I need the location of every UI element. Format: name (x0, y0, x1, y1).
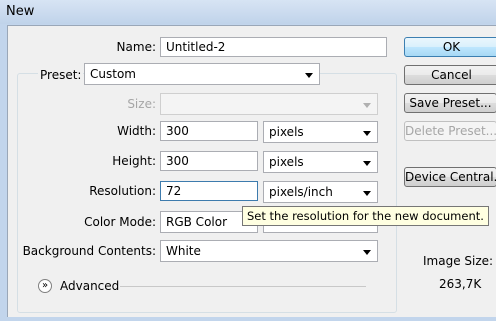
image-size-value: 263,7K (439, 277, 482, 291)
chevron-down-icon (363, 161, 371, 166)
dialog-body: Name: Untitled-2 Preset: Custom Size: Wi… (7, 25, 496, 317)
resolution-unit-select[interactable]: pixels/inch (263, 181, 378, 203)
width-unit-select[interactable]: pixels (263, 121, 378, 143)
width-input[interactable]: 300 (160, 121, 258, 141)
name-input[interactable]: Untitled-2 (160, 37, 387, 57)
image-size-label: Image Size: (423, 254, 494, 268)
title-bar[interactable]: New (0, 0, 496, 24)
preset-label: Preset: (38, 68, 84, 82)
resolution-tooltip: Set the resolution for the new document. (242, 206, 489, 226)
window-title: New (6, 4, 35, 19)
advanced-divider (120, 286, 366, 287)
cancel-button[interactable]: Cancel (404, 65, 496, 85)
preset-value: Custom (90, 67, 136, 81)
advanced-toggle-icon[interactable]: » (38, 279, 52, 293)
height-input[interactable]: 300 (160, 151, 258, 171)
height-unit-select[interactable]: pixels (263, 151, 378, 173)
color-mode-value: RGB Color (166, 215, 228, 229)
ok-button[interactable]: OK (404, 37, 496, 57)
height-label: Height: (112, 154, 156, 168)
resolution-unit-value: pixels/inch (269, 185, 333, 199)
chevron-down-icon (363, 191, 371, 196)
preset-select[interactable]: Custom (84, 63, 320, 85)
width-unit-value: pixels (269, 125, 304, 139)
size-label: Size: (127, 97, 156, 111)
size-select (160, 93, 378, 115)
chevron-down-icon (305, 73, 313, 78)
name-label: Name: (116, 40, 156, 54)
chevron-down-icon (363, 131, 371, 136)
resolution-label: Resolution: (89, 184, 156, 198)
background-contents-label: Background Contents: (22, 244, 156, 258)
width-label: Width: (117, 124, 156, 138)
device-central-button[interactable]: Device Central... (404, 167, 496, 187)
delete-preset-button: Delete Preset... (404, 121, 496, 141)
chevron-down-icon (363, 103, 371, 108)
background-contents-value: White (166, 244, 201, 258)
chevron-down-icon (363, 250, 371, 255)
resolution-input[interactable]: 72 (160, 181, 258, 201)
background-contents-select[interactable]: White (160, 240, 378, 262)
save-preset-button[interactable]: Save Preset... (404, 93, 496, 113)
color-mode-label: Color Mode: (84, 215, 156, 229)
advanced-label: Advanced (60, 279, 120, 293)
height-unit-value: pixels (269, 155, 304, 169)
